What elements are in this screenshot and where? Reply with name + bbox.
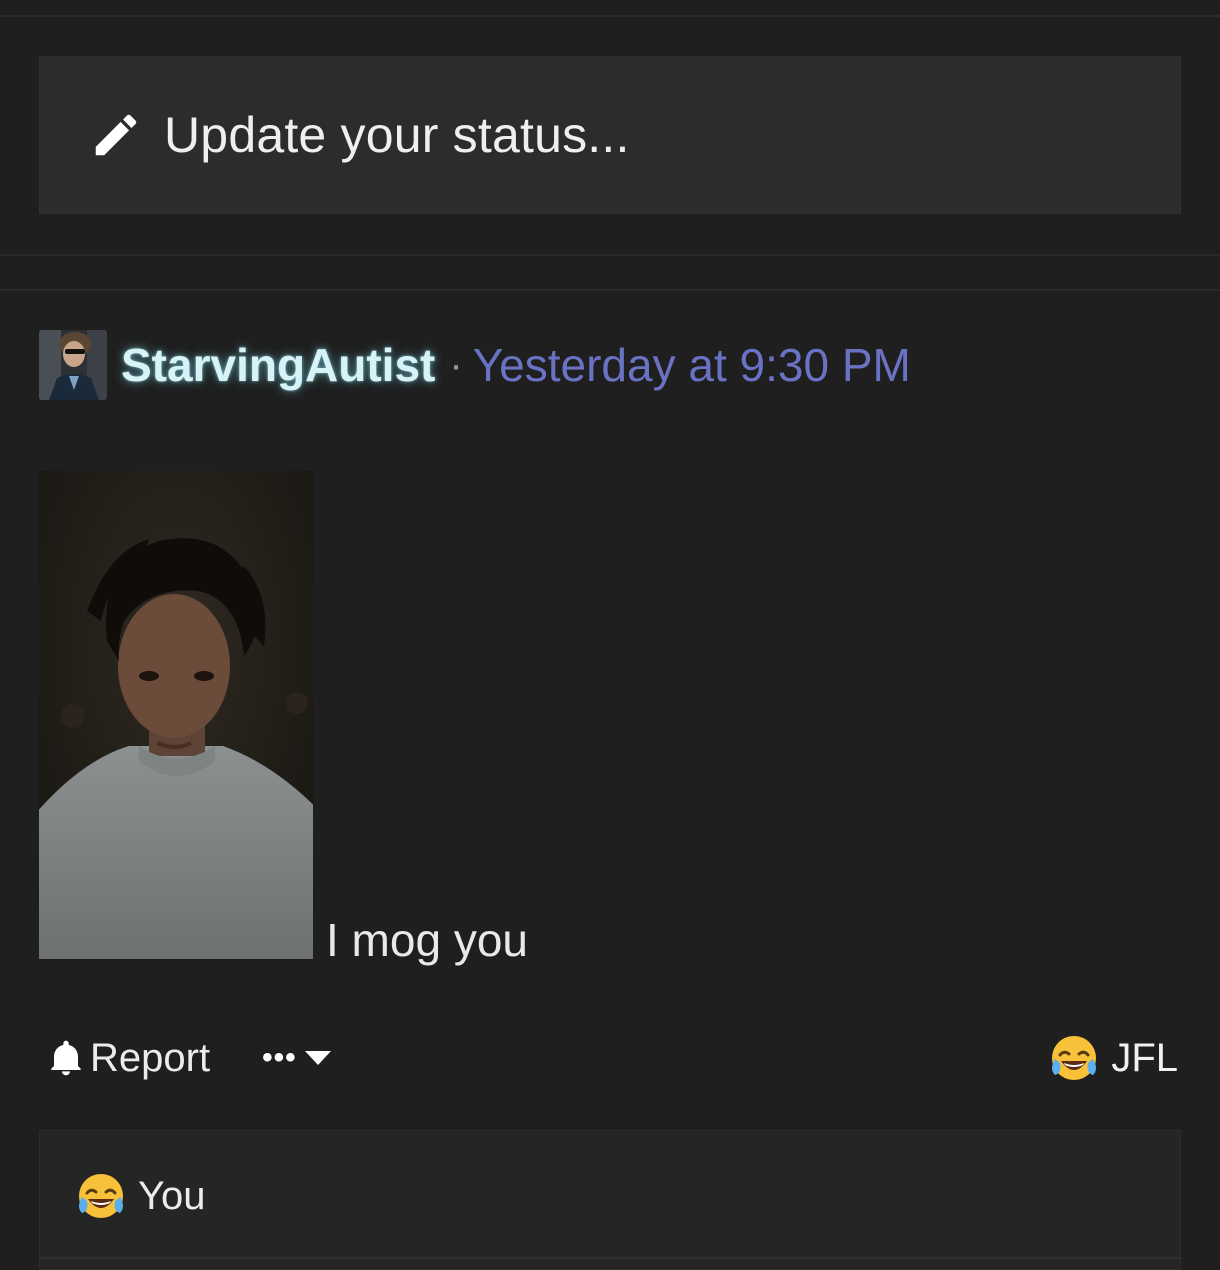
pencil-icon: [88, 107, 144, 163]
post-header: StarvingAutist · Yesterday at 9:30 PM: [39, 330, 911, 400]
more-options-menu[interactable]: •••: [262, 1041, 333, 1075]
reaction-divider: [40, 1257, 1180, 1259]
report-label: Report: [90, 1035, 211, 1080]
bell-icon: [48, 1038, 84, 1078]
more-dots: •••: [262, 1041, 297, 1074]
post-actions: Report •••: [48, 1030, 333, 1086]
top-divider: [0, 15, 1220, 17]
laughing-crying-emoji-icon: [79, 1174, 123, 1218]
meta-separator: ·: [449, 342, 463, 387]
post-body-text: I mog you: [326, 914, 528, 966]
reaction-user-label: You: [138, 1173, 206, 1218]
avatar[interactable]: [39, 330, 107, 400]
reaction-summary-label: JFL: [1111, 1035, 1178, 1080]
reaction-list-item[interactable]: You: [76, 1171, 206, 1221]
post-attachment-image[interactable]: [39, 471, 313, 959]
post-timestamp[interactable]: Yesterday at 9:30 PM: [473, 338, 911, 392]
status-update-input[interactable]: Update your status...: [39, 56, 1181, 214]
laughing-crying-emoji-icon: [1052, 1036, 1097, 1080]
reactions-list: You: [39, 1130, 1181, 1270]
author-username[interactable]: StarvingAutist: [121, 338, 435, 392]
status-placeholder: Update your status...: [164, 107, 630, 163]
reaction-summary[interactable]: JFL: [1049, 1030, 1178, 1086]
section-divider: [0, 254, 1220, 256]
report-button[interactable]: Report: [48, 1036, 210, 1081]
caret-down-icon: [304, 1050, 333, 1066]
section-divider: [0, 289, 1220, 291]
